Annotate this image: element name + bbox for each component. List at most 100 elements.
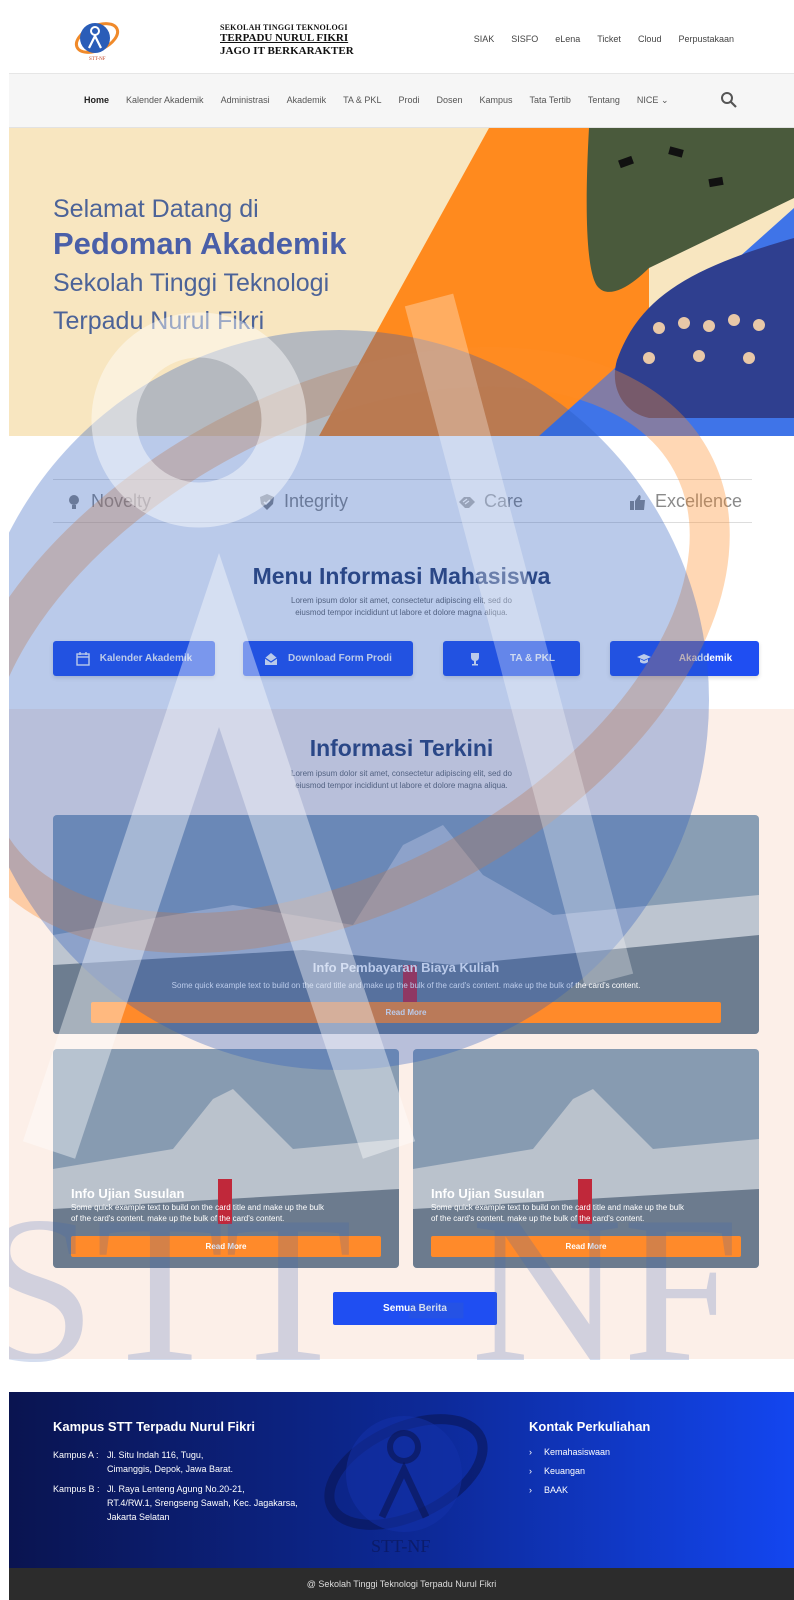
chevron-down-icon: ⌄	[660, 95, 669, 105]
featured-news-card: Info Pembayaran Biaya Kuliah Some quick …	[53, 815, 759, 1034]
brand-line-2: TERPADU NURUL FIKRI	[220, 32, 349, 44]
campus-title: Kampus STT Terpadu Nurul Fikri	[53, 1419, 256, 1434]
menu-info-title: Menu Informasi Mahasiswa	[252, 563, 551, 589]
calendar-icon	[76, 651, 90, 666]
all-news-button[interactable]: Semua Berita	[333, 1292, 497, 1325]
news-card-text-2: of the card's content. make up the bulk …	[71, 1214, 285, 1223]
stt-nf-logo[interactable]: STT-NF	[73, 18, 121, 62]
button-label: Download Form Prodi	[288, 653, 392, 664]
value-excellence: Excellence	[629, 491, 742, 512]
news-card-read-more-button[interactable]: Read More	[431, 1236, 741, 1257]
lightbulb-icon	[69, 494, 79, 509]
featured-card-text: Some quick example text to build on the …	[171, 981, 641, 990]
chevron-right-icon: ›	[529, 1447, 532, 1457]
contact-title: Kontak Perkuliahan	[529, 1419, 651, 1434]
graduation-cap-icon	[636, 653, 651, 663]
contact-label: Keuangan	[544, 1466, 586, 1476]
copyright-bar: @ Sekolah Tinggi Teknologi Terpadu Nurul…	[9, 1568, 794, 1600]
top-links: SIAK SISFO eLena Ticket Cloud Perpustaka…	[474, 34, 734, 44]
contact-item-kemahasiswaan[interactable]: › Kemahasiswaan	[529, 1447, 610, 1457]
news-subtitle-2: eiusmod tempor incididunt ut labore et d…	[295, 781, 508, 790]
news-title: Informasi Terkini	[309, 735, 494, 761]
brand-block: SEKOLAH TINGGI TEKNOLOGI TERPADU NURUL F…	[220, 23, 354, 57]
contact-item-baak[interactable]: › BAAK	[529, 1485, 610, 1495]
logo-text: STT-NF	[89, 57, 106, 62]
news-card-text-1: Some quick example text to build on the …	[431, 1203, 685, 1212]
hero-line-3: Sekolah Tinggi Teknologi	[53, 269, 330, 297]
top-link-elena[interactable]: eLena	[555, 34, 580, 44]
top-link-ticket[interactable]: Ticket	[597, 34, 621, 44]
hero-line-4: Terpadu Nurul Fikri	[53, 307, 265, 335]
campus-a-line-2: Cimanggis, Depok, Jawa Barat.	[107, 1464, 234, 1474]
nav-item-kalender-akademik[interactable]: Kalender Akademik	[126, 95, 204, 106]
hero-text: Selamat Datang di Pedoman Akademik Sekol…	[53, 194, 346, 340]
hero-line-1: Selamat Datang di	[53, 195, 259, 223]
page: STT-NF SEKOLAH TINGGI TEKNOLOGI TERPADU …	[9, 0, 794, 1600]
value-label: Care	[484, 491, 524, 511]
contact-label: Kemahasiswaan	[544, 1447, 611, 1457]
nav-item-administrasi[interactable]: Administrasi	[221, 95, 270, 106]
news-card-text-1: Some quick example text to build on the …	[71, 1203, 325, 1212]
value-integrity: Integrity	[258, 491, 348, 512]
news-card-1: Info Ujian Susulan Some quick example te…	[53, 1049, 399, 1268]
kalender-akademik-button[interactable]: Kalender Akademik	[53, 641, 215, 676]
trophy-icon	[471, 652, 479, 665]
akademik-button[interactable]: Akaddemik	[610, 641, 759, 676]
button-label: Akaddemik	[678, 653, 733, 664]
nav-item-kampus[interactable]: Kampus	[479, 95, 512, 106]
campus-a-label: Kampus A :	[53, 1450, 99, 1460]
brand-line-3: JAGO IT BERKARAKTER	[220, 45, 354, 57]
campus-a-line-1: Jl. Situ Indah 116, Tugu,	[107, 1450, 204, 1460]
main-nav: Home Kalender Akademik Administrasi Akad…	[9, 74, 794, 128]
featured-read-more-button[interactable]: Read More	[91, 1002, 721, 1023]
top-link-siak[interactable]: SIAK	[474, 34, 495, 44]
campus-b-label: Kampus B :	[53, 1484, 100, 1494]
menu-info-subtitle-1: Lorem ipsum dolor sit amet, consectetur …	[291, 596, 512, 605]
button-label: TA & PKL	[510, 653, 555, 664]
top-header: STT-NF SEKOLAH TINGGI TEKNOLOGI TERPADU …	[9, 0, 794, 74]
nav-item-tentang[interactable]: Tentang	[588, 95, 620, 106]
campus-b-line-2: RT.4/RW.1, Srengseng Sawah, Kec. Jagakar…	[107, 1498, 298, 1508]
featured-card-title: Info Pembayaran Biaya Kuliah	[312, 960, 500, 975]
chevron-right-icon: ›	[529, 1466, 532, 1476]
nav-item-home[interactable]: Home	[84, 95, 109, 106]
envelope-open-icon	[264, 652, 278, 665]
brand-line-1: SEKOLAH TINGGI TEKNOLOGI	[220, 23, 348, 32]
value-label: Novelty	[91, 491, 152, 511]
news-card-title: Info Ujian Susulan	[71, 1186, 185, 1201]
nav-item-prodi[interactable]: Prodi	[398, 95, 419, 106]
button-label: Kalender Akademik	[99, 653, 193, 664]
nav-item-dosen[interactable]: Dosen	[436, 95, 462, 106]
values-strip: Novelty Integrity Care Excellence	[53, 479, 752, 523]
news-subtitle-1: Lorem ipsum dolor sit amet, consectetur …	[291, 769, 512, 778]
contact-label: BAAK	[544, 1485, 569, 1495]
search-icon[interactable]	[720, 91, 738, 109]
hero-banner: Selamat Datang di Pedoman Akademik Sekol…	[9, 128, 794, 436]
campus-a-address: Kampus A : Jl. Situ Indah 116, Tugu, Cim…	[53, 1448, 333, 1476]
top-link-cloud[interactable]: Cloud	[638, 34, 662, 44]
chevron-right-icon: ›	[529, 1485, 532, 1495]
value-label: Integrity	[284, 491, 349, 511]
nav-item-tata-tertib[interactable]: Tata Tertib	[530, 95, 571, 106]
ta-pkl-button[interactable]: TA & PKL	[443, 641, 580, 676]
value-novelty: Novelty	[65, 491, 151, 512]
news-card-read-more-button[interactable]: Read More	[71, 1236, 381, 1257]
contact-list: › Kemahasiswaan › Keuangan › BAAK	[529, 1447, 610, 1495]
shield-icon	[260, 493, 274, 510]
nav-item-ta-pkl[interactable]: TA & PKL	[343, 95, 381, 106]
top-link-perpustakaan[interactable]: Perpustakaan	[678, 34, 734, 44]
top-link-sisfo[interactable]: SISFO	[511, 34, 538, 44]
handshake-icon	[459, 496, 475, 508]
hero-line-2: Pedoman Akademik	[53, 226, 347, 261]
menu-info-subtitle-2: eiusmod tempor incididunt ut labore et d…	[295, 608, 508, 617]
nav-item-nice[interactable]: NICE ⌄	[637, 95, 669, 106]
value-care: Care	[458, 491, 523, 512]
campus-b-line-3: Jakarta Selatan	[107, 1512, 170, 1522]
download-form-prodi-button[interactable]: Download Form Prodi	[243, 641, 413, 676]
nav-links: Home Kalender Akademik Administrasi Akad…	[84, 95, 668, 106]
nav-item-akademik[interactable]: Akademik	[287, 95, 327, 106]
news-card-title: Info Ujian Susulan	[431, 1186, 545, 1201]
hero-photo	[586, 128, 794, 418]
campus-b-address: Kampus B : Jl. Raya Lenteng Agung No.20-…	[53, 1482, 333, 1524]
contact-item-keuangan[interactable]: › Keuangan	[529, 1466, 610, 1476]
